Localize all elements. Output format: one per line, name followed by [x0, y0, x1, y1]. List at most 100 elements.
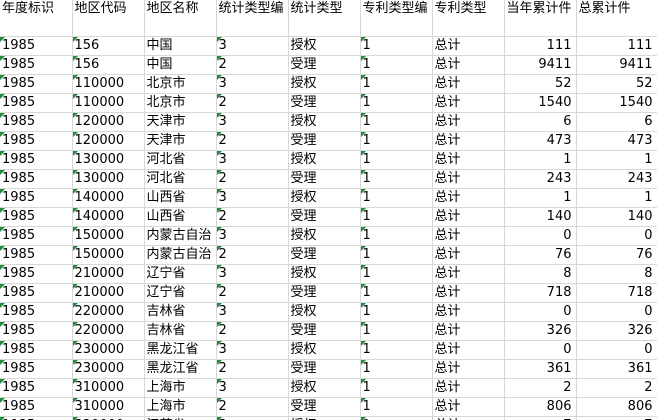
- patent-type-code-cell[interactable]: 1: [360, 150, 433, 170]
- region-name-cell[interactable]: 黑龙江省: [144, 340, 217, 360]
- stat-type-code-cell[interactable]: 2: [216, 55, 289, 75]
- stat-type-cell[interactable]: 受理: [288, 169, 361, 189]
- stat-type-cell[interactable]: 授权: [288, 226, 361, 246]
- patent-type-cell[interactable]: 总计: [432, 112, 505, 132]
- patent-type-cell[interactable]: 总计: [432, 302, 505, 322]
- stat-type-code-cell[interactable]: 2: [216, 131, 289, 151]
- patent-type-code-cell[interactable]: 1: [360, 36, 433, 56]
- stat-type-cell[interactable]: 授权: [288, 264, 361, 284]
- total-cumulative-cell[interactable]: 1: [576, 188, 657, 208]
- total-cumulative-cell[interactable]: 76: [576, 245, 657, 265]
- year-cumulative-cell[interactable]: 6: [504, 112, 577, 132]
- year-cumulative-cell[interactable]: 473: [504, 131, 577, 151]
- total-cumulative-cell[interactable]: 0: [576, 340, 657, 360]
- region-name-cell[interactable]: 吉林省: [144, 321, 217, 341]
- stat-type-code-cell[interactable]: 3: [216, 188, 289, 208]
- total-cumulative-cell[interactable]: 1: [576, 150, 657, 170]
- region-name-cell[interactable]: 天津市: [144, 112, 217, 132]
- year-cell[interactable]: 1985: [0, 112, 73, 132]
- patent-type-cell[interactable]: 总计: [432, 74, 505, 94]
- region-code-cell[interactable]: 120000: [72, 112, 145, 132]
- region-name-cell[interactable]: 中国: [144, 55, 217, 75]
- patent-type-cell[interactable]: 总计: [432, 36, 505, 56]
- patent-type-code-cell[interactable]: 1: [360, 55, 433, 75]
- region-name-cell[interactable]: 山西省: [144, 188, 217, 208]
- header-cell-region-code[interactable]: 地区代码: [72, 0, 145, 37]
- stat-type-cell[interactable]: 授权: [288, 416, 361, 420]
- region-name-cell[interactable]: 辽宁省: [144, 264, 217, 284]
- patent-type-code-cell[interactable]: 1: [360, 112, 433, 132]
- stat-type-cell[interactable]: 受理: [288, 245, 361, 265]
- year-cumulative-cell[interactable]: 806: [504, 397, 577, 417]
- header-cell-patent-type-code[interactable]: 专利类型编: [360, 0, 433, 37]
- region-code-cell[interactable]: 110000: [72, 74, 145, 94]
- stat-type-code-cell[interactable]: 2: [216, 169, 289, 189]
- stat-type-cell[interactable]: 受理: [288, 321, 361, 341]
- stat-type-code-cell[interactable]: 3: [216, 112, 289, 132]
- patent-type-code-cell[interactable]: 1: [360, 245, 433, 265]
- region-code-cell[interactable]: 140000: [72, 188, 145, 208]
- year-cumulative-cell[interactable]: 7: [504, 416, 577, 420]
- patent-type-code-cell[interactable]: 1: [360, 416, 433, 420]
- patent-type-cell[interactable]: 总计: [432, 93, 505, 113]
- region-code-cell[interactable]: 210000: [72, 264, 145, 284]
- patent-type-cell[interactable]: 总计: [432, 245, 505, 265]
- patent-type-code-cell[interactable]: 1: [360, 397, 433, 417]
- region-code-cell[interactable]: 140000: [72, 207, 145, 227]
- stat-type-cell[interactable]: 授权: [288, 112, 361, 132]
- total-cumulative-cell[interactable]: 243: [576, 169, 657, 189]
- stat-type-code-cell[interactable]: 2: [216, 207, 289, 227]
- patent-type-code-cell[interactable]: 1: [360, 74, 433, 94]
- patent-type-code-cell[interactable]: 1: [360, 207, 433, 227]
- total-cumulative-cell[interactable]: 52: [576, 74, 657, 94]
- total-cumulative-cell[interactable]: 9411: [576, 55, 657, 75]
- region-name-cell[interactable]: 天津市: [144, 131, 217, 151]
- stat-type-cell[interactable]: 受理: [288, 359, 361, 379]
- year-cell[interactable]: 1985: [0, 93, 73, 113]
- stat-type-cell[interactable]: 受理: [288, 283, 361, 303]
- year-cell[interactable]: 1985: [0, 226, 73, 246]
- year-cumulative-cell[interactable]: 8: [504, 264, 577, 284]
- total-cumulative-cell[interactable]: 1540: [576, 93, 657, 113]
- patent-type-code-cell[interactable]: 1: [360, 226, 433, 246]
- patent-type-code-cell[interactable]: 1: [360, 188, 433, 208]
- stat-type-cell[interactable]: 受理: [288, 397, 361, 417]
- total-cumulative-cell[interactable]: 2: [576, 378, 657, 398]
- patent-type-code-cell[interactable]: 1: [360, 321, 433, 341]
- region-code-cell[interactable]: 120000: [72, 131, 145, 151]
- year-cell[interactable]: 1985: [0, 283, 73, 303]
- patent-type-cell[interactable]: 总计: [432, 226, 505, 246]
- region-name-cell[interactable]: 辽宁省: [144, 283, 217, 303]
- patent-type-cell[interactable]: 总计: [432, 378, 505, 398]
- stat-type-code-cell[interactable]: 3: [216, 150, 289, 170]
- patent-type-code-cell[interactable]: 1: [360, 131, 433, 151]
- region-name-cell[interactable]: 中国: [144, 36, 217, 56]
- stat-type-cell[interactable]: 受理: [288, 207, 361, 227]
- stat-type-code-cell[interactable]: 3: [216, 36, 289, 56]
- year-cell[interactable]: 1985: [0, 397, 73, 417]
- header-cell-patent-type[interactable]: 专利类型: [432, 0, 505, 37]
- region-name-cell[interactable]: 江苏省: [144, 416, 217, 420]
- region-name-cell[interactable]: 上海市: [144, 378, 217, 398]
- patent-type-code-cell[interactable]: 1: [360, 378, 433, 398]
- region-code-cell[interactable]: 310000: [72, 378, 145, 398]
- total-cumulative-cell[interactable]: 361: [576, 359, 657, 379]
- region-name-cell[interactable]: 北京市: [144, 93, 217, 113]
- patent-type-cell[interactable]: 总计: [432, 264, 505, 284]
- patent-type-cell[interactable]: 总计: [432, 188, 505, 208]
- total-cumulative-cell[interactable]: 111: [576, 36, 657, 56]
- year-cumulative-cell[interactable]: 0: [504, 226, 577, 246]
- year-cell[interactable]: 1985: [0, 340, 73, 360]
- year-cell[interactable]: 1985: [0, 416, 73, 420]
- total-cumulative-cell[interactable]: 326: [576, 321, 657, 341]
- year-cumulative-cell[interactable]: 326: [504, 321, 577, 341]
- stat-type-code-cell[interactable]: 2: [216, 359, 289, 379]
- region-name-cell[interactable]: 黑龙江省: [144, 359, 217, 379]
- total-cumulative-cell[interactable]: 0: [576, 226, 657, 246]
- stat-type-cell[interactable]: 授权: [288, 74, 361, 94]
- region-code-cell[interactable]: 130000: [72, 169, 145, 189]
- year-cumulative-cell[interactable]: 1540: [504, 93, 577, 113]
- year-cumulative-cell[interactable]: 1: [504, 150, 577, 170]
- stat-type-code-cell[interactable]: 3: [216, 264, 289, 284]
- year-cell[interactable]: 1985: [0, 207, 73, 227]
